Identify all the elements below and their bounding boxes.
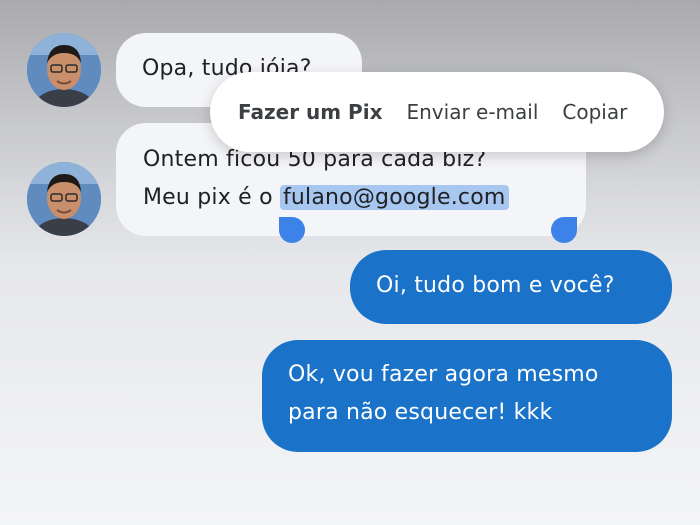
selection-handle-right-icon[interactable] xyxy=(551,217,577,243)
selection-handle-left-icon[interactable] xyxy=(279,217,305,243)
menu-item-fazer-pix[interactable]: Fazer um Pix xyxy=(238,100,382,124)
text-selection-menu: Fazer um Pix Enviar e-mail Copiar xyxy=(210,72,664,152)
menu-item-copiar[interactable]: Copiar xyxy=(562,100,627,124)
message-text: Oi, tudo bom e você? xyxy=(376,273,615,298)
avatar-photo-icon xyxy=(27,33,101,107)
avatar-photo-icon xyxy=(27,162,101,236)
outgoing-message-bubble[interactable]: Ok, vou fazer agora mesmo para não esque… xyxy=(262,340,672,452)
contact-avatar[interactable] xyxy=(27,162,101,236)
message-text: para não esquecer! kkk xyxy=(288,400,553,425)
contact-avatar[interactable] xyxy=(27,33,101,107)
message-text-line: Meu pix é o fulano@google.com xyxy=(143,179,559,217)
menu-item-enviar-email[interactable]: Enviar e-mail xyxy=(406,100,538,124)
message-text: Meu pix é o xyxy=(143,185,280,210)
selected-email-text[interactable]: fulano@google.com xyxy=(279,185,509,210)
outgoing-message-bubble[interactable]: Oi, tudo bom e você? xyxy=(350,250,672,324)
message-text: Ok, vou fazer agora mesmo xyxy=(288,362,599,387)
